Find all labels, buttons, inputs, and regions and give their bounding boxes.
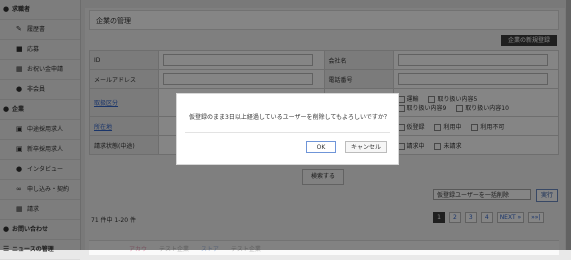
- dialog-divider: [185, 132, 390, 133]
- ok-button[interactable]: OK: [306, 141, 336, 153]
- cancel-button[interactable]: キャンセル: [345, 141, 387, 153]
- confirm-dialog: 仮登録のまま3日以上経過しているユーザーを削除してもよろしいですか？ OK キャ…: [176, 93, 399, 165]
- dialog-message: 仮登録のまま3日以上経過しているユーザーを削除してもよろしいですか？: [189, 114, 390, 121]
